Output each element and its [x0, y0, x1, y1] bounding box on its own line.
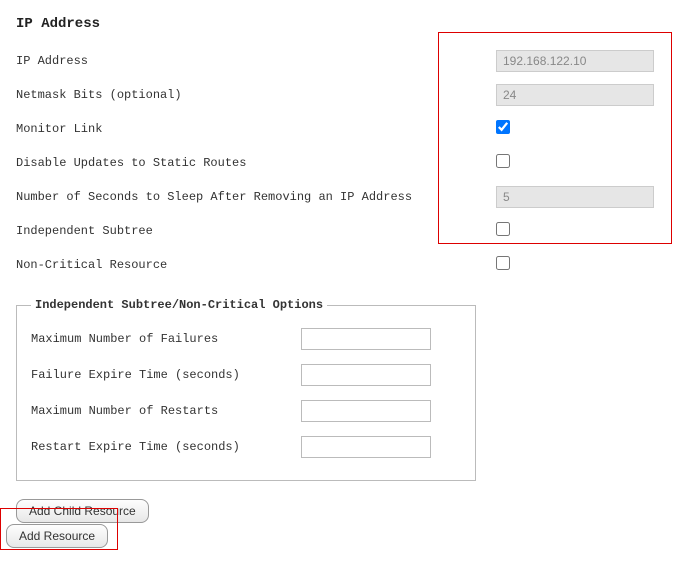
input-max-failures[interactable]: [301, 328, 431, 350]
row-indep: Independent Subtree: [16, 220, 660, 242]
label-sleep: Number of Seconds to Sleep After Removin…: [16, 190, 496, 204]
label-monitor: Monitor Link: [16, 122, 496, 136]
row-ip: IP Address: [16, 50, 660, 72]
input-fail-expire[interactable]: [301, 364, 431, 386]
ip-address-panel: IP Address IP Address Netmask Bits (opti…: [0, 0, 676, 533]
input-restart-expire[interactable]: [301, 436, 431, 458]
options-fieldset: Independent Subtree/Non-Critical Options…: [16, 298, 476, 481]
input-netmask[interactable]: [496, 84, 654, 106]
row-sleep: Number of Seconds to Sleep After Removin…: [16, 186, 660, 208]
row-fail-expire: Failure Expire Time (seconds): [31, 364, 461, 386]
row-noncrit: Non-Critical Resource: [16, 254, 660, 276]
add-resource-button[interactable]: Add Resource: [6, 524, 108, 548]
input-max-restarts[interactable]: [301, 400, 431, 422]
row-max-failures: Maximum Number of Failures: [31, 328, 461, 350]
row-disable-updates: Disable Updates to Static Routes: [16, 152, 660, 174]
label-indep: Independent Subtree: [16, 224, 496, 238]
checkbox-disable-updates[interactable]: [496, 154, 510, 168]
label-max-failures: Maximum Number of Failures: [31, 332, 301, 346]
row-restart-expire: Restart Expire Time (seconds): [31, 436, 461, 458]
options-legend: Independent Subtree/Non-Critical Options: [31, 298, 327, 312]
input-sleep[interactable]: [496, 186, 654, 208]
label-restart-expire: Restart Expire Time (seconds): [31, 440, 301, 454]
row-max-restarts: Maximum Number of Restarts: [31, 400, 461, 422]
label-netmask: Netmask Bits (optional): [16, 88, 496, 102]
input-ip[interactable]: [496, 50, 654, 72]
add-child-resource-button[interactable]: Add Child Resource: [16, 499, 149, 523]
row-netmask: Netmask Bits (optional): [16, 84, 660, 106]
label-disable-updates: Disable Updates to Static Routes: [16, 156, 496, 170]
label-ip: IP Address: [16, 54, 496, 68]
page-title: IP Address: [16, 16, 660, 32]
checkbox-indep[interactable]: [496, 222, 510, 236]
checkbox-noncrit[interactable]: [496, 256, 510, 270]
row-monitor: Monitor Link: [16, 118, 660, 140]
label-noncrit: Non-Critical Resource: [16, 258, 496, 272]
label-fail-expire: Failure Expire Time (seconds): [31, 368, 301, 382]
checkbox-monitor[interactable]: [496, 120, 510, 134]
label-max-restarts: Maximum Number of Restarts: [31, 404, 301, 418]
